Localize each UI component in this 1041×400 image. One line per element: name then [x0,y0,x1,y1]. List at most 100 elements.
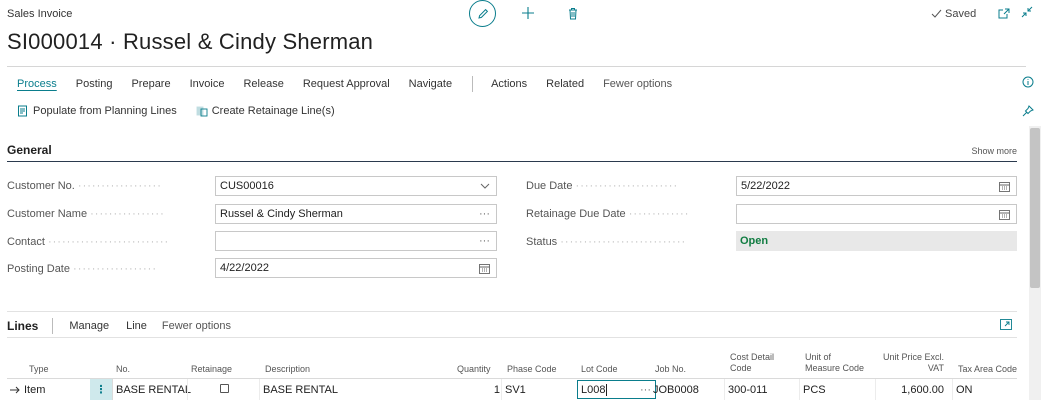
col-cost-detail-code[interactable]: Cost Detail Code [730,352,774,374]
general-section-title: General [7,143,52,157]
col-job-no[interactable]: Job No. [655,364,686,375]
ellipsis-icon[interactable]: ··· [640,384,651,396]
action-actions[interactable]: Actions [491,78,527,90]
row-phase-code[interactable]: SV1 [505,384,526,396]
scrollbar-thumb[interactable] [1030,128,1040,288]
row-type-cell[interactable]: Item [10,384,45,396]
status-value: Open [736,231,1017,251]
row-lot-code-field[interactable]: L008 ··· [577,380,656,399]
action-prepare[interactable]: Prepare [131,78,170,90]
pin-button[interactable] [1021,104,1035,118]
action-related[interactable]: Related [546,78,584,90]
lines-header: Lines Manage Line Fewer options [7,318,231,334]
show-more-link[interactable]: Show more [971,146,1017,156]
col-unit-of-measure-code[interactable]: Unit of Measure Code [805,352,864,374]
col-retainage[interactable]: Retainage [191,364,232,375]
row-unit-price[interactable]: 1,600.00 [882,384,944,396]
calendar-icon[interactable] [479,263,490,274]
info-icon [1022,76,1034,88]
action-release[interactable]: Release [243,78,283,90]
row-type: Item [24,384,46,396]
calendar-icon[interactable] [999,209,1010,220]
row-tax-area-code[interactable]: ON [956,384,973,396]
retainage-icon [196,106,208,117]
general-divider [7,161,1017,162]
contact-field[interactable]: ··· [215,231,497,251]
customer-no-label: Customer No. ·················· [7,180,162,192]
populate-label: Populate from Planning Lines [33,105,177,117]
customer-no-field[interactable]: CUS00016 [215,176,497,196]
page-type-label: Sales Invoice [7,8,73,20]
new-button[interactable] [519,4,537,22]
chevron-down-icon [480,183,490,189]
ellipsis-icon[interactable]: ··· [479,235,490,247]
lines-top-divider [7,311,1017,312]
sub-actions: Populate from Planning Lines Create Reta… [17,105,354,117]
col-tax-area-code[interactable]: Tax Area Code [958,364,1017,375]
calendar-icon[interactable] [999,181,1010,192]
due-date-field[interactable]: 5/22/2022 [736,176,1017,196]
pin-icon [1022,105,1034,117]
ellipsis-icon[interactable]: ··· [479,208,490,220]
row-no[interactable]: BASE RENTAL [116,384,191,396]
customer-name-field[interactable]: Russel & Cindy Sherman ··· [215,204,497,224]
status-label: Status ··························· [526,236,687,248]
action-process[interactable]: Process [17,78,57,90]
col-quantity[interactable]: Quantity [457,364,491,375]
collapse-button[interactable] [1020,5,1034,19]
retainage-due-date-field[interactable] [736,204,1017,224]
expand-lines-button[interactable] [999,317,1013,331]
collapse-icon [1021,6,1033,18]
saved-indicator: Saved [931,8,976,20]
posting-date-label: Posting Date ·················· [7,263,157,275]
lines-manage[interactable]: Manage [69,320,109,332]
cell-separator [952,379,953,400]
posting-date-field[interactable]: 4/22/2022 [215,258,497,278]
cell-separator [187,379,188,400]
col-no[interactable]: No. [116,364,130,375]
col-description[interactable]: Description [265,364,310,375]
cell-separator [501,379,502,400]
row-retainage-checkbox[interactable] [220,384,229,393]
col-lot-code[interactable]: Lot Code [581,364,618,375]
info-button[interactable] [1021,75,1035,89]
populate-planning-lines-button[interactable]: Populate from Planning Lines [17,105,177,117]
col-phase-code[interactable]: Phase Code [507,364,557,375]
header-divider [7,66,1026,67]
lines-fewer-options[interactable]: Fewer options [162,320,231,332]
open-new-window-button[interactable] [997,6,1011,20]
saved-label: Saved [945,8,977,20]
row-cell-divider [112,379,113,400]
row-description[interactable]: BASE RENTAL [263,384,338,396]
lines-line[interactable]: Line [126,320,147,332]
trash-icon [569,7,577,19]
edit-button[interactable] [469,0,496,27]
retainage-due-date-label: Retainage Due Date ············· [526,208,690,220]
create-retainage-button[interactable]: Create Retainage Line(s) [196,105,335,117]
action-request-approval[interactable]: Request Approval [303,78,390,90]
cell-separator [259,379,260,400]
document-list-icon [18,105,27,117]
customer-name-label: Customer Name ················ [7,208,165,220]
action-fewer-options[interactable]: Fewer options [603,78,672,90]
col-unit-price[interactable]: Unit Price Excl. VAT [880,352,944,374]
col-type[interactable]: Type [29,364,49,375]
action-invoice[interactable]: Invoice [190,78,225,90]
lines-section-title: Lines [7,319,39,333]
cell-separator [875,379,876,400]
delete-button[interactable] [565,4,581,22]
action-navigate[interactable]: Navigate [409,78,452,90]
action-posting[interactable]: Posting [76,78,113,90]
page-title: SI000014 · Russel & Cindy Sherman [7,29,374,54]
table-row[interactable]: Item ⋮ BASE RENTAL BASE RENTAL 1 SV1 L00… [7,379,1017,400]
text-cursor [606,383,608,396]
row-cost-detail-code[interactable]: 300-011 [728,384,768,396]
cell-separator [799,379,800,400]
row-unit-of-measure[interactable]: PCS [803,384,826,396]
action-menu: Process Posting Prepare Invoice Release … [17,76,691,92]
row-job-no[interactable]: JOB0008 [653,384,699,396]
contact-label: Contact ·························· [7,236,170,248]
row-menu-button[interactable]: ⋮ [90,379,112,400]
due-date-label: Due Date ······················ [526,180,679,192]
row-quantity[interactable]: 1 [467,384,500,396]
